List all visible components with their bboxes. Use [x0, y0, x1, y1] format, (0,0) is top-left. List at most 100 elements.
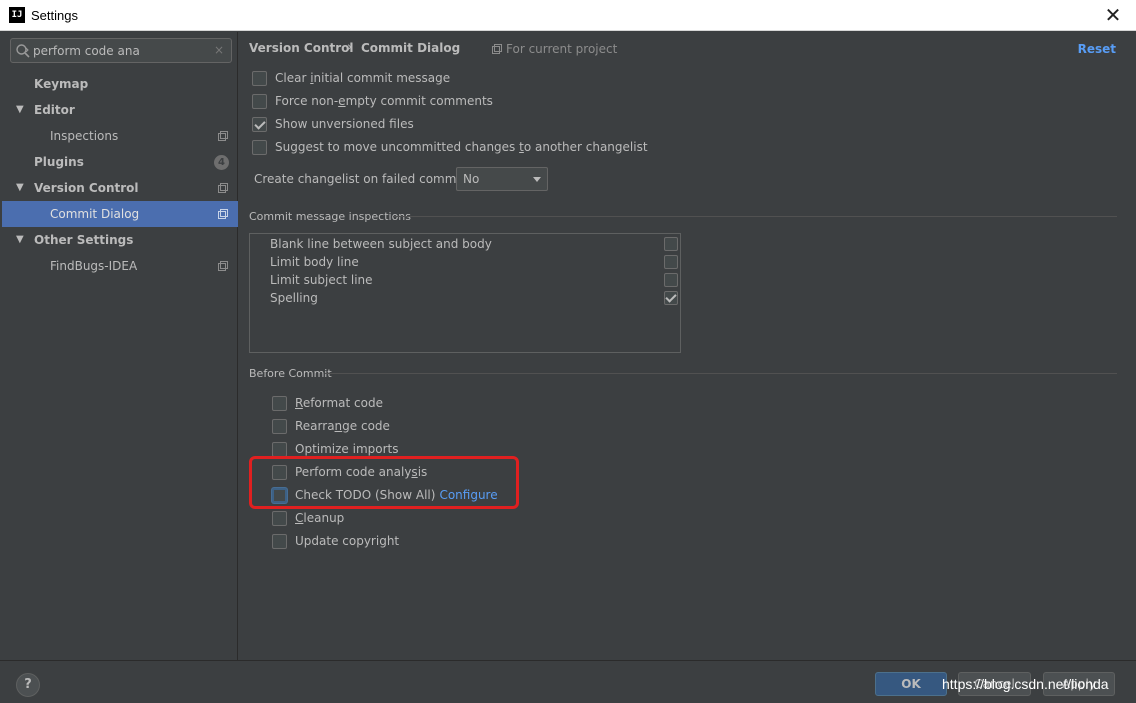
checkbox[interactable]: [272, 534, 287, 549]
checkbox[interactable]: [272, 465, 287, 480]
title-bar: IJ Settings ✕: [0, 0, 1136, 31]
changelist-value: No: [463, 172, 480, 186]
search-input[interactable]: [33, 42, 209, 59]
section-divider: [325, 373, 1117, 374]
label-text: Rearra: [295, 419, 335, 433]
ok-button[interactable]: OK: [875, 672, 947, 696]
checkbox[interactable]: [272, 442, 287, 457]
sidebar-item-editor[interactable]: ▼ Editor: [2, 97, 238, 123]
expand-arrow-icon[interactable]: ▼: [16, 175, 24, 201]
chevron-down-icon: [533, 177, 541, 182]
checkbox[interactable]: [252, 140, 267, 155]
checkbox[interactable]: [272, 488, 287, 503]
label-text: nitial commit message: [313, 71, 451, 85]
label-text: mpty commit comments: [345, 94, 493, 108]
checkbox[interactable]: [272, 511, 287, 526]
window-title: Settings: [31, 8, 78, 23]
apply-button[interactable]: Apply: [1043, 672, 1115, 696]
inspection-row-blank-line-between-subject-and-body[interactable]: Blank line between subject and body: [250, 235, 680, 253]
mnemonic-letter: R: [295, 396, 303, 410]
inspection-row-spelling[interactable]: Spelling: [250, 289, 680, 307]
inspection-row-limit-subject-line[interactable]: Limit subject line: [250, 271, 680, 289]
mnemonic-letter: e: [338, 94, 346, 108]
inspection-label: Limit body line: [270, 255, 359, 269]
sidebar-item-findbugs-idea[interactable]: FindBugs-IDEA: [2, 253, 238, 279]
scope-label: For current project: [506, 42, 618, 56]
changelist-label: Create changelist on failed commit:: [254, 172, 469, 186]
label-text: Update copyright: [295, 534, 400, 548]
project-scope-icon: [218, 183, 228, 193]
breadcrumb-separator: ›: [347, 40, 353, 55]
sidebar-item-commit-dialog[interactable]: Commit Dialog: [2, 201, 238, 227]
reset-link[interactable]: Reset: [1078, 42, 1116, 56]
label-text: Check TODO (Show All): [295, 488, 436, 502]
checkbox[interactable]: [664, 255, 678, 269]
label-text: Clear: [275, 71, 311, 85]
inspection-label: Blank line between subject and body: [270, 237, 492, 251]
mnemonic-letter: n: [334, 419, 343, 433]
search-box[interactable]: ×: [10, 38, 232, 63]
clear-search-icon[interactable]: ×: [214, 43, 224, 57]
search-icon: [16, 44, 30, 58]
label-text: eformat code: [302, 396, 383, 410]
dialog-footer: ? OK Cancel Apply https://blog.csdn.net/…: [0, 660, 1136, 703]
configure-link[interactable]: Configure: [439, 488, 497, 502]
changelist-select[interactable]: No: [456, 167, 548, 191]
option-label: Check TODO (Show All) Configure: [295, 488, 498, 502]
label-text: is: [417, 465, 428, 479]
sidebar-item-version-control[interactable]: ▼ Version Control: [2, 175, 238, 201]
option-label: Rearrange code: [295, 419, 390, 433]
sidebar-item-label: Other Settings: [34, 233, 134, 247]
checkbox[interactable]: [664, 291, 678, 305]
label-text: Show unversioned files: [275, 117, 414, 131]
sidebar-item-label: Inspections: [50, 129, 119, 143]
checkbox[interactable]: [252, 94, 267, 109]
inspection-label: Spelling: [270, 291, 318, 305]
label-text: Optimize imports: [295, 442, 399, 456]
option-label: Show unversioned files: [275, 117, 414, 131]
option-label: Reformat code: [295, 396, 383, 410]
sidebar-item-label: Keymap: [34, 77, 89, 91]
close-icon[interactable]: ✕: [1098, 2, 1128, 28]
label-text: ge code: [342, 419, 390, 433]
expand-arrow-icon[interactable]: ▼: [16, 97, 24, 123]
label-text: Force non-: [275, 94, 339, 108]
sidebar-item-plugins[interactable]: Plugins 4: [2, 149, 238, 175]
sidebar-item-other-settings[interactable]: ▼ Other Settings: [2, 227, 238, 253]
label-text: Suggest to move uncommitted changes: [275, 140, 520, 154]
sidebar-item-keymap[interactable]: Keymap: [2, 71, 238, 97]
section-divider: [393, 216, 1117, 217]
sidebar-item-label: Version Control: [34, 181, 139, 195]
update-count-badge: 4: [214, 155, 229, 170]
project-scope-icon: [492, 44, 502, 54]
checkbox[interactable]: [272, 396, 287, 411]
label-text: o another changelist: [523, 140, 648, 154]
expand-arrow-icon[interactable]: ▼: [16, 227, 24, 253]
intellij-icon: IJ: [9, 7, 25, 23]
sidebar-item-label: Commit Dialog: [50, 207, 140, 221]
inspection-label: Limit subject line: [270, 273, 373, 287]
cancel-button[interactable]: Cancel: [958, 672, 1031, 696]
option-label: Force non-empty commit comments: [275, 94, 493, 108]
project-scope-icon: [218, 209, 228, 219]
option-label: Optimize imports: [295, 442, 399, 456]
sidebar-item-label: FindBugs-IDEA: [50, 259, 138, 273]
checkbox[interactable]: [664, 237, 678, 251]
before-commit-section-title: Before Commit: [249, 367, 332, 380]
inspections-section-title: Commit message inspections: [249, 210, 411, 223]
checkbox[interactable]: [272, 419, 287, 434]
checkbox[interactable]: [252, 117, 267, 132]
option-label: Perform code analysis: [295, 465, 427, 479]
option-label: Update copyright: [295, 534, 399, 548]
sidebar-item-label: Editor: [34, 103, 75, 117]
sidebar-item-inspections[interactable]: Inspections: [2, 123, 238, 149]
label-text: leanup: [303, 511, 345, 525]
checkbox[interactable]: [252, 71, 267, 86]
breadcrumb-commit-dialog: Commit Dialog: [361, 41, 461, 55]
help-button[interactable]: ?: [16, 673, 40, 697]
project-scope-icon: [218, 261, 228, 271]
project-scope-icon: [218, 131, 228, 141]
breadcrumb-version-control[interactable]: Version Control: [249, 41, 354, 55]
checkbox[interactable]: [664, 273, 678, 287]
inspection-row-limit-body-line[interactable]: Limit body line: [250, 253, 680, 271]
